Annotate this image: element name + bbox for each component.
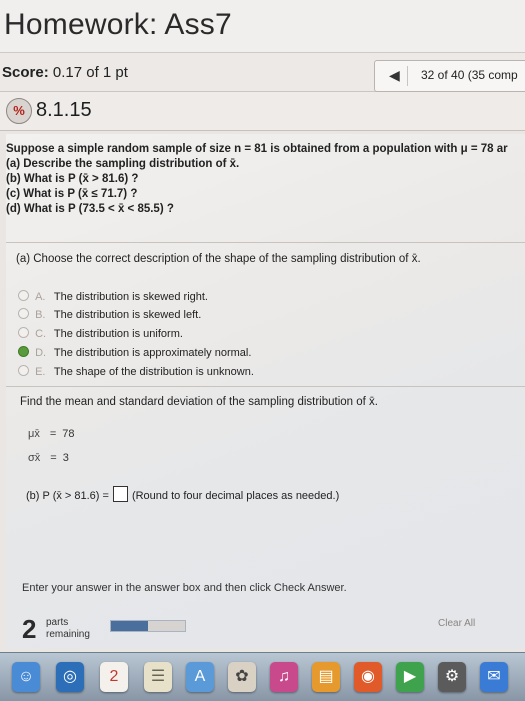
option-letter: B.: [35, 309, 46, 321]
score-text: Score: 0.17 of 1 pt: [2, 64, 128, 81]
parts-progress-bar: [110, 620, 186, 632]
option-a[interactable]: A. The distribution is skewed right.: [18, 290, 208, 303]
option-d[interactable]: D. The distribution is approximately nor…: [18, 346, 251, 359]
divider: [6, 386, 525, 387]
problem-part-d: (d) What is P (73.5 < x̄ < 85.5) ?: [6, 203, 174, 215]
problem-intro: Suppose a simple random sample of size n…: [6, 143, 508, 155]
rounding-hint: (Round to four decimal places as needed.…: [131, 490, 340, 502]
radio-button[interactable]: [18, 327, 29, 338]
firefox-icon[interactable]: ◉: [354, 662, 382, 692]
sigma-value: 3: [62, 452, 69, 464]
mean-sd-prompt: Find the mean and standard deviation of …: [20, 396, 378, 408]
progress-fill: [111, 621, 148, 631]
partial-credit-icon: %: [6, 98, 32, 124]
messages-icon[interactable]: ✉: [480, 662, 508, 692]
part-b-row: (b) P (x̄ > 81.6) = (Round to four decima…: [26, 486, 339, 502]
option-text: The distribution is approximately normal…: [53, 347, 252, 359]
notes-icon[interactable]: ☰: [144, 662, 172, 692]
instruction-text: Enter your answer in the answer box and …: [22, 582, 347, 594]
clear-all-button[interactable]: Clear All: [438, 618, 475, 629]
radio-button-selected[interactable]: [18, 346, 29, 357]
option-b[interactable]: B. The distribution is skewed left.: [18, 308, 201, 321]
option-text: The distribution is skewed left.: [53, 309, 202, 321]
browser-icon[interactable]: ◎: [56, 662, 84, 692]
score-label: Score:: [2, 64, 49, 81]
finder-icon[interactable]: ☺: [12, 662, 40, 692]
parts-remaining-label: parts remaining: [46, 617, 90, 641]
problem-part-a: (a) Describe the sampling distribution o…: [6, 158, 240, 170]
option-letter: E.: [35, 366, 46, 378]
mu-symbol: μx̄: [28, 428, 40, 440]
mu-value: 78: [62, 428, 75, 440]
parts-label: parts: [46, 617, 69, 628]
radio-button[interactable]: [18, 308, 29, 319]
option-text: The distribution is skewed right.: [53, 291, 208, 303]
mean-row: μx̄ = 78: [28, 428, 75, 440]
answer-input[interactable]: [112, 486, 128, 502]
app-store-icon[interactable]: A: [186, 662, 214, 692]
previous-question-button[interactable]: ◀: [383, 66, 408, 86]
sigma-symbol: σx̄: [28, 452, 41, 464]
calendar-icon[interactable]: 2: [100, 662, 128, 692]
radio-button[interactable]: [18, 290, 29, 301]
problem-statement: Suppose a simple random sample of size n…: [6, 142, 508, 217]
radio-button[interactable]: [18, 365, 29, 376]
option-c[interactable]: C. The distribution is uniform.: [18, 327, 183, 340]
question-number: 8.1.15: [36, 99, 92, 121]
left-arrow-icon: ◀: [389, 67, 400, 83]
question-header: % 8.1.15: [0, 92, 525, 131]
ibooks-icon[interactable]: ▤: [312, 662, 340, 692]
parts-remaining-count: 2: [22, 614, 37, 644]
photos-icon[interactable]: ✿: [228, 662, 256, 692]
homework-header: Homework: Ass7: [0, 0, 525, 53]
calendar-day: 2: [109, 668, 119, 685]
problem-part-c: (c) What is P (x̄ ≤ 71.7) ?: [6, 188, 138, 200]
question-navigator: ◀ 32 of 40 (35 comp: [374, 60, 525, 92]
option-letter: D.: [35, 347, 47, 359]
question-position: 32 of 40 (35 comp: [421, 68, 518, 82]
facetime-icon[interactable]: ▶: [396, 662, 424, 692]
option-e[interactable]: E. The shape of the distribution is unkn…: [18, 365, 254, 378]
system-preferences-icon[interactable]: ⚙: [438, 662, 466, 692]
divider: [6, 242, 525, 243]
option-letter: C.: [35, 328, 47, 340]
part-b-prompt: (b) P (x̄ > 81.6) =: [26, 490, 109, 502]
part-a-prompt: (a) Choose the correct description of th…: [16, 253, 421, 265]
option-letter: A.: [35, 291, 46, 303]
score-value: 0.17 of 1 pt: [52, 64, 128, 81]
option-text: The distribution is uniform.: [53, 328, 183, 340]
sd-row: σx̄ = 3: [28, 452, 69, 464]
remaining-label: remaining: [46, 629, 90, 640]
page-title: Homework: Ass7: [4, 8, 232, 41]
itunes-icon[interactable]: ♫: [270, 662, 298, 692]
problem-part-b: (b) What is P (x̄ > 81.6) ?: [6, 173, 139, 185]
option-text: The shape of the distribution is unknown…: [53, 366, 254, 378]
